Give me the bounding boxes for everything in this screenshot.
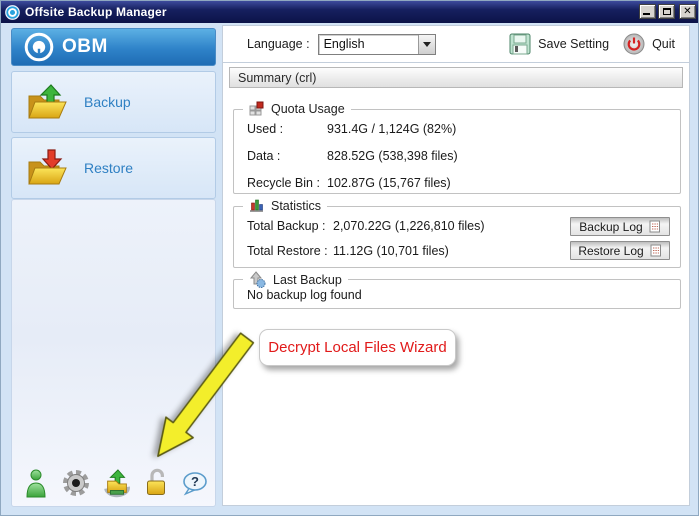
close-button[interactable]: ✕ [679,4,696,19]
quit-label: Quit [652,37,675,51]
obm-logo-text: OBM [62,36,108,58]
statistics-chart-icon [249,198,264,213]
total-restore-row: Total Restore : 11.12G (10,701 files) [247,244,449,258]
last-backup-group: Last Backup No backup log found [233,279,681,309]
restore-folder-down-icon [22,145,70,191]
chevron-down-icon [423,42,431,47]
app-window: Offsite Backup Manager ✕ OBM Backup [0,0,699,516]
maximize-button[interactable] [658,4,675,19]
statistics-group: Statistics Total Backup : 2,070.22G (1,2… [233,206,681,268]
summary-header-bar: Summary (crl) [229,67,683,88]
last-backup-title: Last Backup [273,273,342,287]
backup-log-button[interactable]: Backup Log [570,217,670,236]
minimize-button[interactable] [639,4,656,19]
titlebar: Offsite Backup Manager ✕ [1,1,699,23]
save-setting-label: Save Setting [538,37,609,51]
quota-usage-title: Quota Usage [271,102,345,116]
quota-usage-icon [249,101,264,116]
summary-title: Summary (crl) [238,71,316,85]
quota-data-row: Data : 828.52G (538,398 files) [247,149,458,163]
log-document-icon [650,244,662,257]
quit-button[interactable]: Quit [623,33,675,55]
obm-logo: OBM [11,28,216,66]
sidebar-panel: ? [11,199,216,507]
last-backup-icon [249,271,266,288]
save-setting-button[interactable]: Save Setting [509,33,609,56]
last-backup-message: No backup log found [247,288,362,302]
quit-power-icon [623,33,645,55]
statistics-title: Statistics [271,199,321,213]
language-select[interactable]: English [318,34,436,55]
restore-log-button[interactable]: Restore Log [570,241,670,260]
user-profile-icon[interactable] [22,466,50,498]
svg-text:?: ? [191,474,199,489]
save-floppy-icon [509,33,531,56]
sidebar-footer-icons: ? [22,466,209,498]
annotation-callout: Decrypt Local Files Wizard [259,329,456,366]
sidebar-item-backup[interactable]: Backup [11,71,216,133]
app-logo-icon [5,5,20,20]
minimize-icon [643,13,650,15]
quota-usage-group: Quota Usage Used : 931.4G / 1,124G (82%)… [233,109,681,194]
sidebar-item-label: Restore [84,160,133,176]
log-document-icon [649,220,661,233]
window-title: Offsite Backup Manager [25,5,167,19]
language-selected-value: English [319,37,365,51]
settings-gear-icon[interactable] [61,466,91,498]
annotation-text: Decrypt Local Files Wizard [268,339,446,356]
help-icon[interactable]: ? [181,466,209,498]
total-backup-row: Total Backup : 2,070.22G (1,226,810 file… [247,219,485,233]
maximize-icon [663,8,671,15]
close-icon: ✕ [683,7,691,17]
quota-recycle-row: Recycle Bin : 102.87G (15,767 files) [247,176,451,190]
main-content: Summary (crl) Quota Usage Used : 931.4G … [222,63,690,506]
decrypt-lock-icon[interactable] [143,466,171,498]
obm-logo-icon [24,32,54,62]
quota-used-row: Used : 931.4G / 1,124G (82%) [247,122,456,136]
dropdown-button[interactable] [418,35,435,54]
backup-folder-up-icon [22,79,70,125]
sidebar: OBM Backup Restore [11,28,216,507]
language-label: Language : [247,37,310,51]
main-header: Language : English Save Setting Quit [222,25,690,63]
sidebar-item-label: Backup [84,94,131,110]
export-backup-set-icon[interactable] [102,466,132,498]
sidebar-item-restore[interactable]: Restore [11,137,216,199]
